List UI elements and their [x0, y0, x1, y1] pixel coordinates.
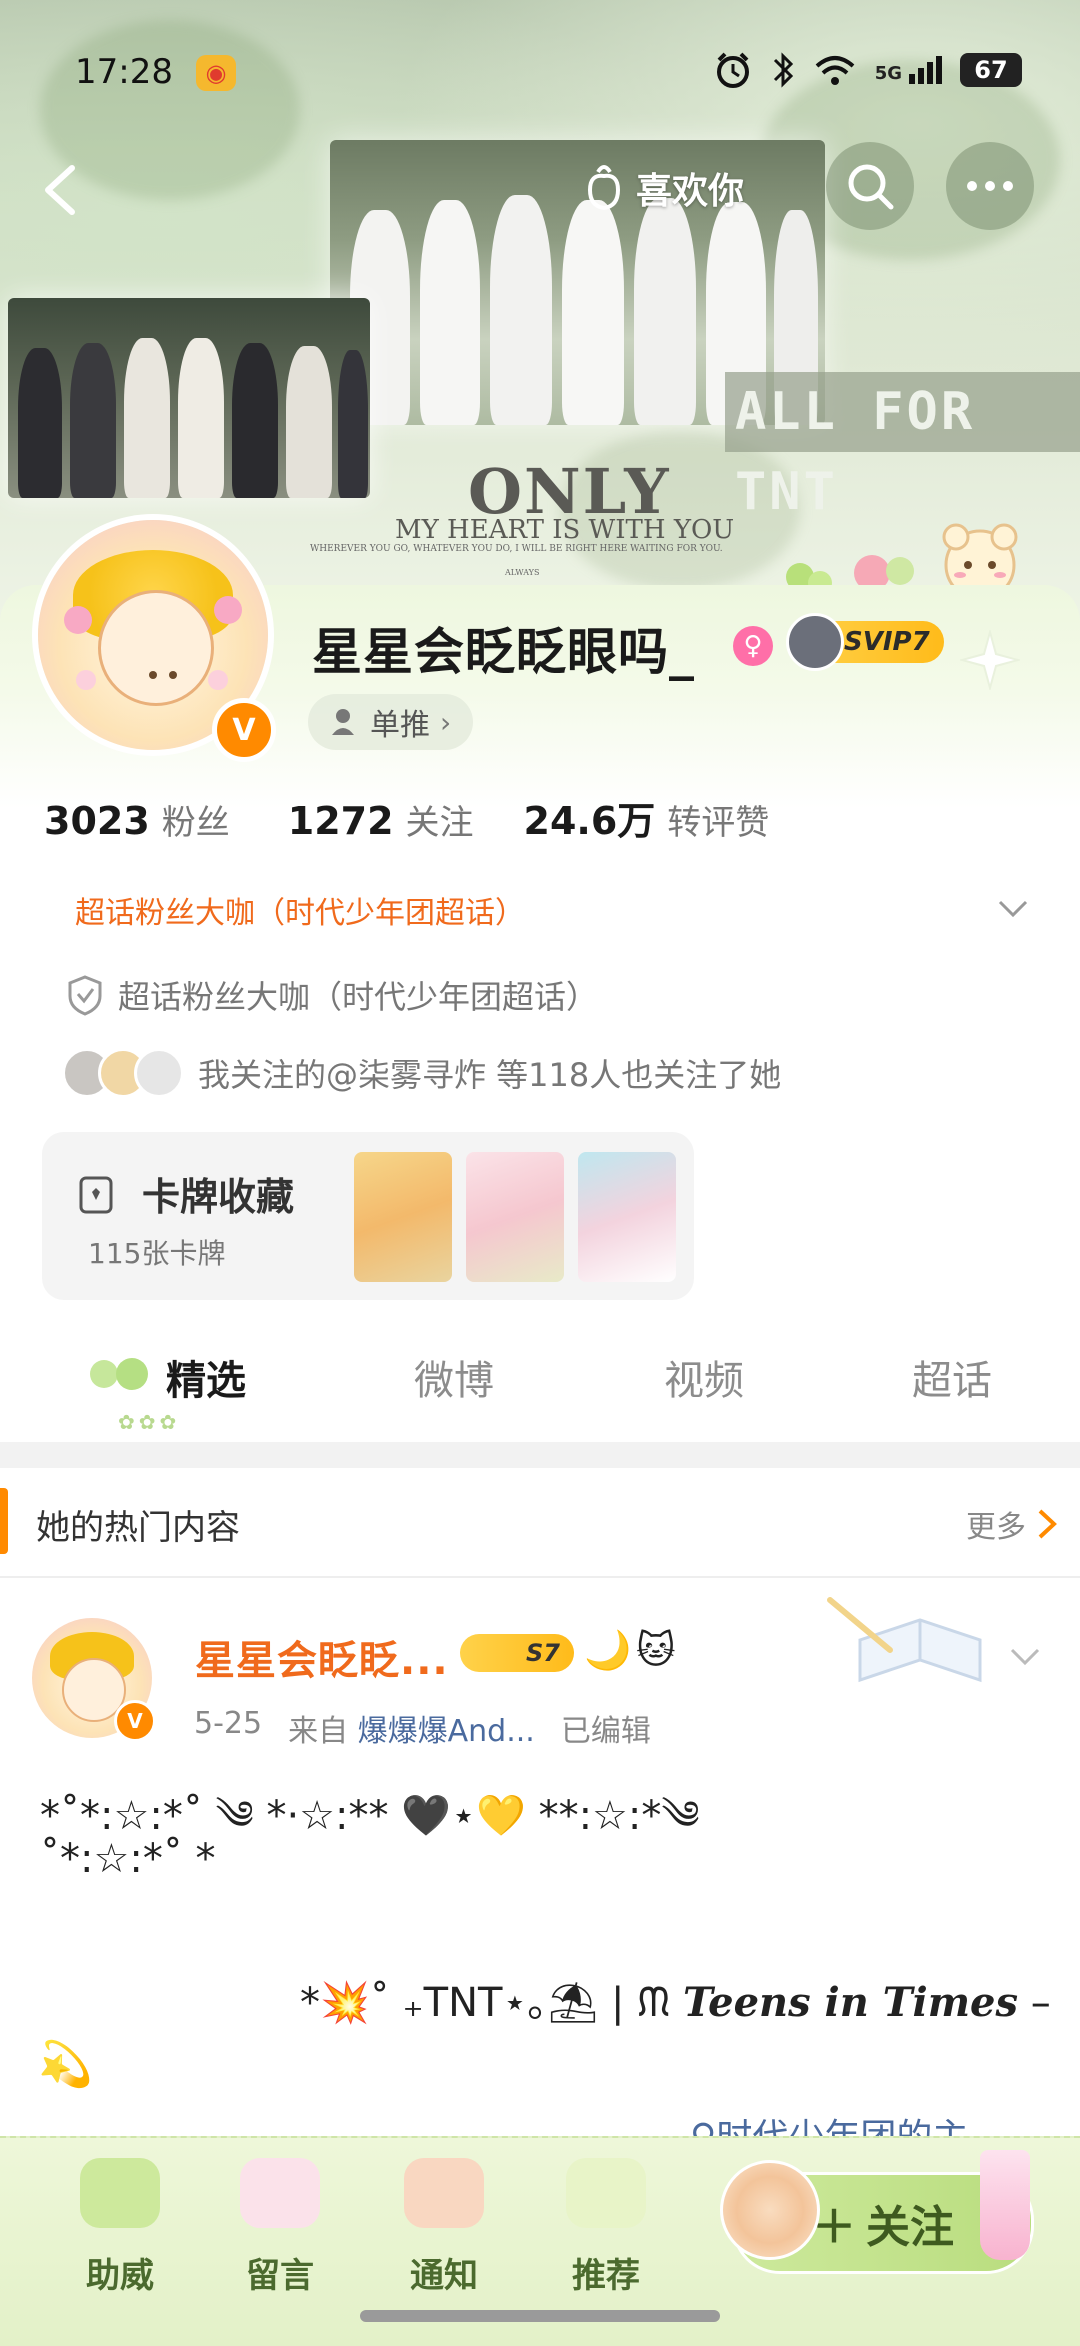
mutual-followers-text: 我关注的@柒雾寻炸 等118人也关注了她: [198, 1056, 782, 1094]
post-source[interactable]: 爆爆爆And...: [358, 1714, 535, 1749]
mutual-followers-line[interactable]: 我关注的@柒雾寻炸 等118人也关注了她: [62, 1048, 781, 1098]
cover-small-text: WHEREVER YOU GO, WHATEVER YOU DO, I WILL…: [310, 544, 723, 554]
notify-label: 通知: [410, 2256, 478, 2296]
tab-super-topic[interactable]: 超话: [912, 1348, 992, 1406]
recommend-icon: [566, 2158, 646, 2228]
weibo-app-icon: ◉: [196, 55, 236, 91]
post-meta: 5-25 来自 爆爆爆And... 已编辑: [194, 1706, 651, 1750]
profile-tabs: 精选 ✿✿✿ 微博 视频 超话: [0, 1330, 1080, 1440]
hot-content-title: 她的热门内容: [36, 1508, 240, 1548]
person-icon: [332, 709, 354, 735]
grape-icon: [90, 1358, 148, 1390]
chevron-down-icon[interactable]: [1008, 1640, 1042, 1674]
wifi-icon: [815, 56, 855, 85]
book-sticker-icon: [827, 1597, 982, 1683]
search-button[interactable]: [826, 142, 914, 230]
verified-badge: V: [114, 1700, 156, 1742]
cat-icon: 🐱: [636, 1628, 676, 1672]
status-icons: 5G 67: [713, 50, 1022, 90]
bluetooth-icon: [773, 52, 793, 88]
notify-button[interactable]: 通知: [374, 2138, 514, 2338]
single-fan-label: 单推: [370, 708, 430, 743]
status-time: 17:28: [75, 52, 173, 92]
battery-indicator: 67: [960, 53, 1022, 87]
fan-honor-line: 超话粉丝大咖（时代少年团超话）: [66, 972, 598, 1018]
home-indicator[interactable]: [360, 2310, 720, 2322]
single-fan-tag[interactable]: 单推 ›: [308, 694, 474, 750]
message-icon: [240, 2158, 320, 2228]
post-text-line: *💥˚ ₊TNT⋆｡⛱ | ᙏ Teens in Times –: [300, 1979, 1051, 2026]
post-date: 5-25: [194, 1706, 263, 1741]
cheer-label: 助威: [86, 2256, 154, 2296]
chevron-right-icon: [1038, 1509, 1057, 1539]
moon-icon: 🌙: [584, 1628, 632, 1672]
stat-following[interactable]: 1272 关注: [288, 795, 474, 844]
back-button[interactable]: [38, 160, 82, 220]
sparkle-icon: [960, 630, 1020, 690]
svip-badge[interactable]: SVIP7: [786, 613, 944, 671]
tab-indicator: ✿✿✿: [118, 1410, 181, 1434]
svip-label: SVIP7: [844, 627, 930, 657]
recommend-button[interactable]: 推荐: [536, 2138, 676, 2338]
more-dots-icon: [967, 181, 1013, 191]
dessert-cup-icon: [980, 2150, 1030, 2260]
alarm-icon: [716, 52, 749, 88]
more-button[interactable]: 更多: [966, 1502, 1058, 1546]
member-badge[interactable]: S7: [460, 1634, 574, 1672]
post-edited: 已编辑: [560, 1714, 651, 1749]
flower-decoration-icon: [64, 596, 242, 690]
avatar: [134, 1048, 184, 1098]
section-accent-bar: [0, 1488, 8, 1554]
tab-weibo[interactable]: 微博: [414, 1348, 494, 1406]
mutual-avatars: [62, 1048, 184, 1098]
section-divider: [0, 1442, 1080, 1468]
group-photo-dark: [8, 298, 370, 498]
female-icon: ♀: [733, 626, 773, 666]
more-label: 更多: [966, 1510, 1026, 1545]
message-button[interactable]: 留言: [210, 2138, 350, 2338]
tab-featured[interactable]: 精选: [166, 1348, 246, 1406]
hand-heart-icon: [587, 165, 621, 211]
follow-label: 关注: [866, 2202, 954, 2253]
post-text-line: ˚*:☆:*˚ *: [40, 1836, 216, 1882]
recommend-label: 推荐: [572, 2256, 640, 2296]
search-icon: [848, 164, 894, 210]
signal-icon: 5G: [875, 56, 942, 84]
card-collection-icon: [79, 1176, 113, 1214]
cheer-icon: [80, 2158, 160, 2228]
shield-icon: [68, 975, 102, 1016]
stat-fans[interactable]: 3023 粉丝: [44, 795, 230, 844]
teens-in-times-text: Teens in Times: [682, 1979, 1019, 2026]
verified-badge: V: [212, 698, 276, 762]
profile-username: 星星会眨眨眼吗_: [312, 623, 695, 681]
cheer-button[interactable]: 助威: [50, 2138, 190, 2338]
heart-text: MY HEART IS WITH YOU: [395, 515, 735, 545]
chevron-down-icon[interactable]: [996, 892, 1030, 926]
like-you-button[interactable]: 喜欢你: [582, 160, 744, 216]
more-button[interactable]: [946, 142, 1034, 230]
card-thumbnail[interactable]: [354, 1152, 452, 1282]
fan-honor-text: 超话粉丝大咖（时代少年团超话）: [118, 978, 599, 1016]
roll-cake-icon: [720, 2160, 820, 2260]
like-you-label: 喜欢你: [636, 171, 745, 212]
card-collection-count: 115张卡牌: [88, 1237, 226, 1270]
chevron-right-icon: ›: [440, 705, 452, 739]
fan-title[interactable]: 超话粉丝大咖（时代少年团超话）: [75, 888, 525, 932]
post-text-line: 💫: [38, 2039, 93, 2090]
svip-avatar: [786, 613, 844, 671]
tab-video[interactable]: 视频: [664, 1348, 744, 1406]
notify-icon: [404, 2158, 484, 2228]
banner-text: ALL FOR TNT: [725, 372, 1080, 522]
stat-interactions[interactable]: 24.6万 转评赞: [524, 790, 770, 845]
profile-stats: 3023 粉丝 1272 关注 24.6万 转评赞: [44, 790, 769, 845]
card-thumbnail[interactable]: [466, 1152, 564, 1282]
divider: [0, 1576, 1080, 1578]
card-collection[interactable]: 卡牌收藏 115张卡牌: [42, 1132, 694, 1300]
post-author-name[interactable]: 星星会眨眨...: [195, 1628, 449, 1686]
card-collection-title: 卡牌收藏: [142, 1175, 295, 1219]
cover-small-text-2: ALWAYS: [505, 568, 540, 577]
post-from-label: 来自: [288, 1714, 349, 1749]
card-thumbnail[interactable]: [578, 1152, 676, 1282]
message-label: 留言: [246, 2256, 314, 2296]
